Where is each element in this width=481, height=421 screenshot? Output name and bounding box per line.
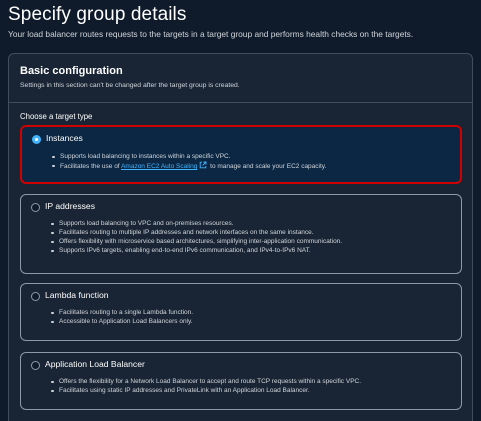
list-item: Accessible to Application Load Balancers… <box>50 318 193 325</box>
basic-configuration-panel: Basic configuration Settings in this sec… <box>8 53 473 421</box>
ec2-auto-scaling-link[interactable]: Amazon EC2 Auto Scaling <box>121 163 197 170</box>
list-item: Supports load balancing to VPC and on-pr… <box>50 219 342 228</box>
target-type-label: Choose a target type <box>20 112 93 121</box>
ip-addresses-label: IP addresses <box>45 201 96 211</box>
lambda-function-radio[interactable] <box>31 292 40 301</box>
list-item: Facilitates the use of Amazon EC2 Auto S… <box>51 161 327 172</box>
page-subtitle: Your load balancer routes requests to th… <box>8 29 414 39</box>
page-title: Specify group details <box>8 4 187 25</box>
list-item: Offers the flexibility for a Network Loa… <box>50 378 362 385</box>
lambda-function-label: Lambda function <box>45 290 109 300</box>
list-item: Facilitates using static IP addresses an… <box>50 386 361 395</box>
target-type-lambda-function-tile[interactable]: Lambda function Facilitates routing to a… <box>20 283 462 341</box>
target-type-ip-addresses-tile[interactable]: IP addresses Supports load balancing to … <box>20 194 462 274</box>
section-description: Settings in this section can't be change… <box>20 82 240 89</box>
section-title: Basic configuration <box>20 65 123 77</box>
list-item: Offers flexibility with microservice bas… <box>50 238 343 245</box>
target-type-application-load-balancer-tile[interactable]: Application Load Balancer Offers the fle… <box>20 352 462 410</box>
application-load-balancer-bullets: Offers the flexibility for a Network Loa… <box>50 377 362 395</box>
instances-bullets: Supports load balancing to instances wit… <box>51 152 327 172</box>
panel-header: Basic configuration Settings in this sec… <box>9 54 472 103</box>
instances-label: Instances <box>46 133 83 143</box>
bullet-text: to manage and scale your EC2 capacity. <box>210 163 327 170</box>
list-item: Supports load balancing to instances wit… <box>51 152 326 161</box>
ip-addresses-radio[interactable] <box>31 203 40 212</box>
lambda-function-bullets: Facilitates routing to a single Lambda f… <box>50 308 194 326</box>
ip-addresses-bullets: Supports load balancing to VPC and on-pr… <box>50 219 343 255</box>
application-load-balancer-label: Application Load Balancer <box>45 359 145 369</box>
bullet-text: Facilitates the use of <box>60 163 120 170</box>
list-item: Facilitates routing to multiple IP addre… <box>50 228 342 237</box>
application-load-balancer-radio[interactable] <box>31 361 40 370</box>
page: Specify group details Your load balancer… <box>0 0 481 421</box>
target-type-instances-tile[interactable]: Instances Supports load balancing to ins… <box>20 125 462 184</box>
external-link-icon[interactable] <box>199 161 207 172</box>
list-item: Supports IPv6 targets, enabling end-to-e… <box>50 246 342 255</box>
instances-radio[interactable] <box>32 135 41 144</box>
list-item: Facilitates routing to a single Lambda f… <box>50 309 194 316</box>
